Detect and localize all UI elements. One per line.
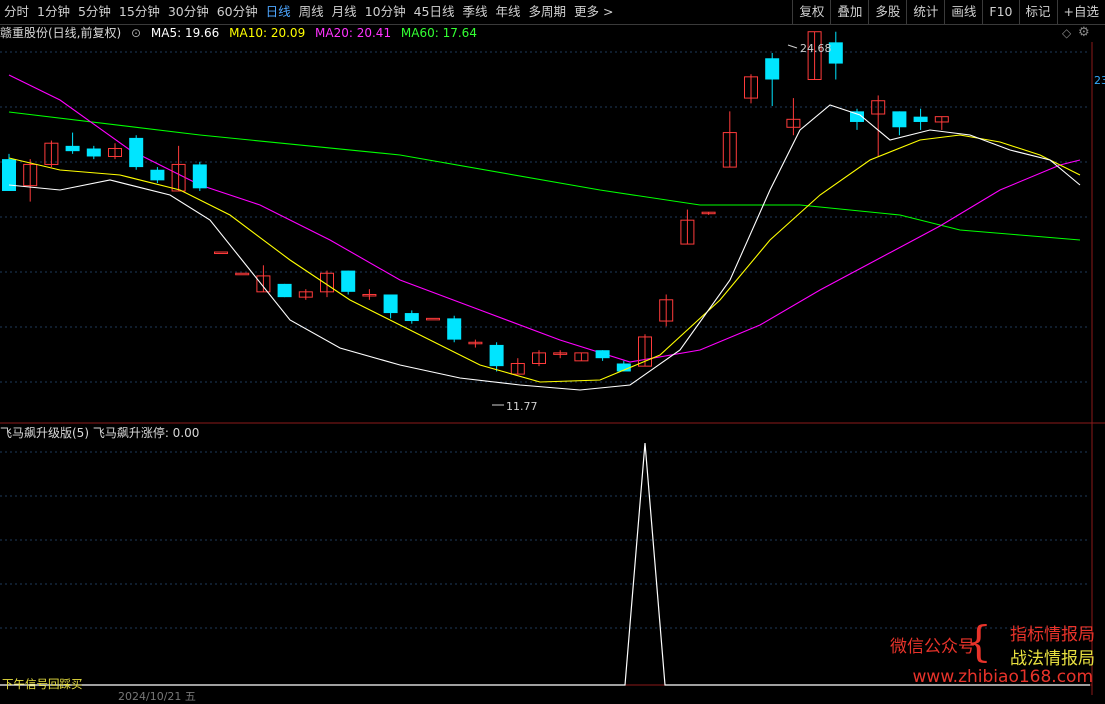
candle-down <box>65 145 80 152</box>
candle-down <box>341 270 356 292</box>
indicator-value: 飞马飙升涨停: 0.00 <box>92 426 200 440</box>
candle-down <box>129 137 144 168</box>
watermark-url: www.zhibiao168.com <box>912 667 1093 687</box>
date-label: 2024/10/21 五 <box>118 690 196 703</box>
candle-down <box>404 313 419 322</box>
indicator-info-bar: 飞马飙升级版(5) 飞马飙升涨停: 0.00 <box>0 424 199 442</box>
candle-up <box>235 272 250 276</box>
watermark: 微信公众号 { 指标情报局 战法情报局 <box>875 620 1095 670</box>
candle-down <box>383 294 398 314</box>
candlestick-chart[interactable]: 24.68 11.77 <box>0 0 1105 695</box>
candle-down <box>192 164 207 189</box>
candle-down <box>765 58 780 80</box>
high-pointer <box>787 44 798 49</box>
candle-down <box>489 344 504 367</box>
watermark-wechat: 微信公众号 <box>890 637 975 657</box>
watermark-line1: 指标情报局 <box>1010 625 1095 645</box>
ma60-line <box>8 111 1081 241</box>
candle-down <box>447 318 462 340</box>
candle-up <box>214 251 228 255</box>
candle-down <box>595 350 610 359</box>
candle-down <box>86 148 101 157</box>
candle-down <box>277 283 292 298</box>
indicator-name[interactable]: 飞马飙升级版(5) <box>0 426 89 440</box>
candle-up <box>426 317 440 321</box>
watermark-line2: 战法情报局 <box>1010 649 1095 669</box>
ma5-line <box>8 104 1081 391</box>
candle-down <box>150 169 165 181</box>
watermark-brace: { <box>965 617 992 666</box>
candle-down <box>2 159 16 191</box>
low-annotation: 11.77 <box>506 400 538 413</box>
high-annotation: 24.68 <box>800 42 832 55</box>
signal-label: 下午信号回踩买 <box>2 677 83 691</box>
candle-down <box>892 111 907 128</box>
candle-down <box>913 116 928 122</box>
ma10-line <box>8 134 1081 383</box>
